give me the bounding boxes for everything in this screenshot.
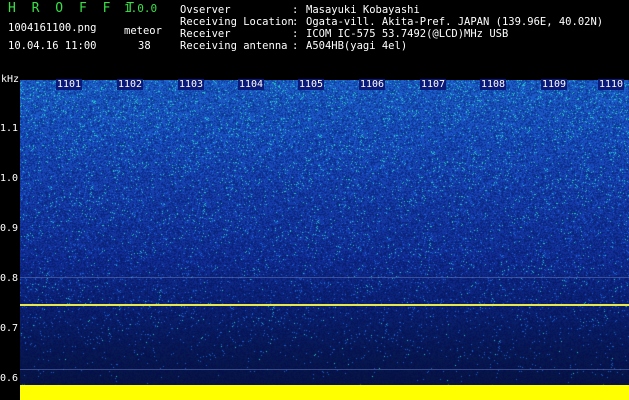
y-tick: 0.6 [0, 373, 19, 384]
receiver-value: ICOM IC-575 53.7492(@LCD)MHz USB [306, 28, 509, 40]
x-tick: 1107 [420, 79, 447, 90]
date-time: 10.04.16 11:00 [8, 40, 97, 52]
x-tick: 1105 [298, 79, 325, 90]
colon: : [292, 16, 299, 28]
antenna-value: A504HB(yagi 4el) [306, 40, 408, 52]
location-value: Ogata-vill. Akita-Pref. JAPAN (139.96E, … [306, 16, 604, 28]
x-tick: 1109 [541, 79, 568, 90]
colon: : [292, 40, 299, 52]
colon: : [292, 4, 299, 16]
bottom-noise-band [20, 385, 629, 400]
location-key: Receiving Location [180, 16, 294, 28]
y-tick: 1.1 [0, 123, 19, 134]
carrier-signal-line [20, 304, 629, 306]
file-name: 1004161100.png [8, 22, 97, 34]
observer-value: Masayuki Kobayashi [306, 4, 420, 16]
antenna-key: Receiving antenna [180, 40, 288, 52]
y-tick: 1.0 [0, 173, 19, 184]
faint-signal-line [20, 369, 629, 370]
x-tick: 1103 [178, 79, 205, 90]
x-tick: 1110 [598, 79, 625, 90]
app-version: 1.0.0 [124, 2, 158, 15]
spectrogram-noise [20, 80, 629, 400]
hroft-spectrogram-window: H R O F F T 1.0.0 1004161100.png meteor … [0, 0, 629, 400]
header-panel: H R O F F T 1.0.0 1004161100.png meteor … [0, 0, 629, 74]
y-tick: 0.8 [0, 273, 19, 284]
x-tick: 1104 [238, 79, 265, 90]
spectrogram-plot [20, 80, 629, 400]
x-tick: 1101 [56, 79, 83, 90]
faint-signal-line [20, 277, 629, 278]
meteor-count: 38 [138, 40, 151, 52]
meteor-label: meteor [124, 25, 162, 37]
y-tick: 0.9 [0, 223, 19, 234]
receiver-key: Receiver [180, 28, 231, 40]
y-tick: 0.7 [0, 323, 19, 334]
colon: : [292, 28, 299, 40]
x-tick: 1106 [359, 79, 386, 90]
app-title: H R O F F T [8, 1, 139, 16]
y-axis-unit: kHz [1, 74, 20, 85]
observer-key: Ovserver [180, 4, 231, 16]
x-tick: 1102 [117, 79, 144, 90]
x-tick: 1108 [480, 79, 507, 90]
